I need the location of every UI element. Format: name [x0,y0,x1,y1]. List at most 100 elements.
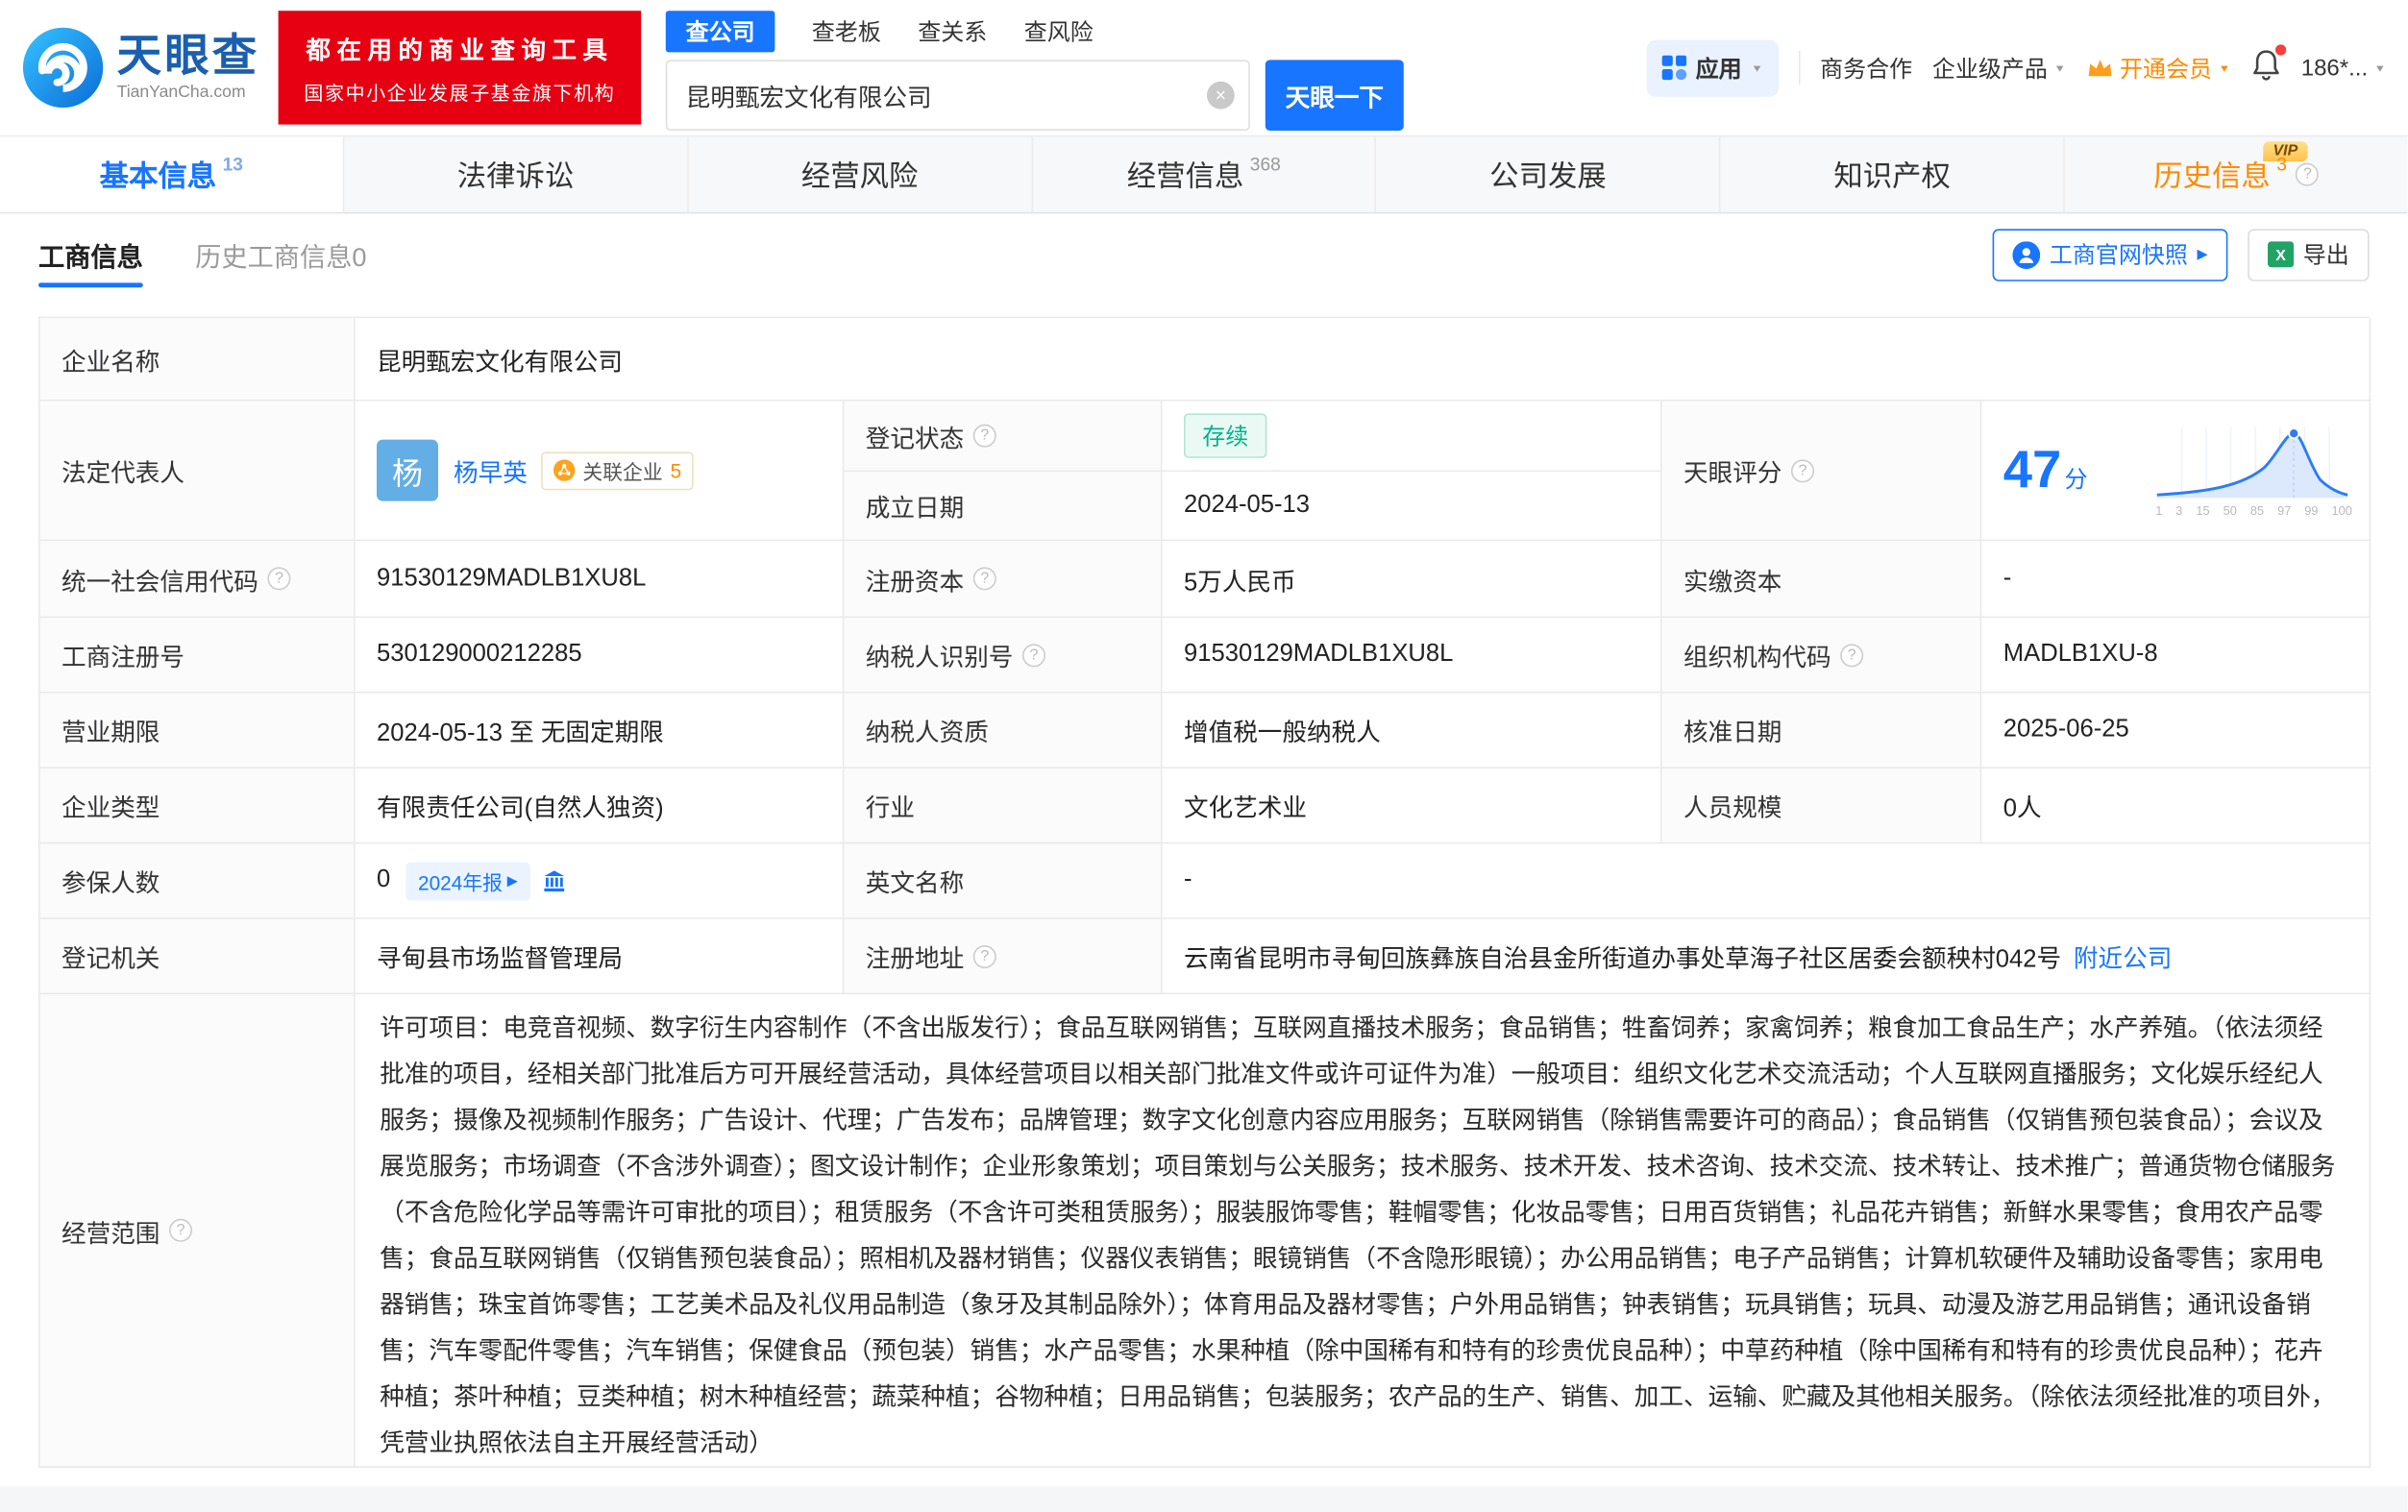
reg-capital-label: 注册资本 ? [844,541,1162,618]
search-tab-relation[interactable]: 查关系 [918,15,987,48]
org-code-value: MADLB1XU-8 [1981,618,2371,693]
tab-label: 经营信息 [1127,154,1244,195]
related-companies-badge[interactable]: 关联企业 5 [541,451,694,490]
nearby-companies-link[interactable]: 附近公司 [2074,938,2172,974]
logo-text: 天眼查 [117,34,260,83]
search-area: 查公司 查老板 查关系 查风险 × 天眼一下 [666,6,1404,131]
legal-rep-avatar[interactable]: 杨 [377,440,438,501]
paid-capital-value: - [1981,541,2371,618]
clear-search-icon[interactable]: × [1207,81,1235,109]
question-icon[interactable]: ? [1022,644,1045,667]
taxpayer-quality-label: 纳税人资质 [844,694,1162,768]
question-icon[interactable]: ? [2297,163,2320,186]
established-label: 成立日期 [844,472,1162,541]
paid-capital-label: 实缴资本 [1662,541,1982,618]
question-icon[interactable]: ? [1840,644,1863,667]
menu-open-vip-label: 开通会员 [2120,52,2212,85]
subnav-business-registration[interactable]: 工商信息 [38,213,143,295]
apps-menu[interactable]: 应用 ▼ [1646,39,1779,96]
question-icon[interactable]: ? [169,1219,192,1242]
insured-value: 0 2024年报 ▶ [356,843,845,918]
question-icon[interactable]: ? [267,567,290,590]
menu-enterprise-label: 企业级产品 [1932,52,2048,85]
svg-text:X: X [2275,248,2286,264]
government-bank-icon[interactable] [542,869,565,892]
staff-size-value: 0人 [1981,768,2371,843]
english-name-value: - [1163,843,2371,918]
chevron-down-icon: ▼ [2218,62,2230,74]
tab-label: 经营风险 [801,154,919,195]
business-term-value: 2024-05-13 至 无固定期限 [356,694,845,768]
question-icon[interactable]: ? [973,944,996,967]
promo-banner-line2: 国家中小企业发展子基金旗下机构 [304,77,615,106]
person-icon [2012,240,2040,268]
search-tab-risk[interactable]: 查风险 [1024,15,1093,48]
annual-report-badge[interactable]: 2024年报 ▶ [405,862,529,900]
credit-code-value: 91530129MADLB1XU8L [356,541,845,618]
industry-value: 文化艺术业 [1163,768,1662,843]
menu-divider [1799,51,1801,85]
insured-label: 参保人数 [40,843,356,918]
tab-basic-info[interactable]: 基本信息 13 [0,136,344,211]
score-distribution-chart: 13 1550 8597 99100 [2154,424,2354,518]
subnav-history-registration[interactable]: 历史工商信息0 [195,213,366,295]
search-tab-boss[interactable]: 查老板 [812,15,881,48]
tab-operation-risk[interactable]: 经营风险 [688,136,1032,211]
company-name-label: 企业名称 [40,318,356,401]
snapshot-button-label: 工商官网快照 [2050,238,2188,271]
question-icon[interactable]: ? [973,567,996,590]
question-icon[interactable]: ? [1791,459,1814,482]
tab-count: 13 [223,153,243,174]
search-tab-company[interactable]: 查公司 [666,11,775,52]
subnav-actions: 工商官网快照 ▶ X 导出 [1993,229,2370,280]
related-companies-count: 5 [671,459,682,482]
company-type-value: 有限责任公司(自然人独资) [356,768,845,843]
business-scope-value: 许可项目：电竞音视频、数字衍生内容制作（不含出版发行）；食品互联网销售；互联网直… [356,994,2371,1468]
legal-rep-name-link[interactable]: 杨早英 [454,451,528,488]
reg-no-label: 工商注册号 [40,618,356,693]
account-menu[interactable]: 186*... ▼ [2301,55,2386,81]
official-snapshot-button[interactable]: 工商官网快照 ▶ [1993,229,2228,280]
reg-status-value: 存续 [1163,402,1662,473]
search-tabs: 查公司 查老板 查关系 查风险 [666,12,1404,52]
taxpayer-quality-value: 增值税一般纳税人 [1163,694,1662,768]
annual-report-label: 2024年报 [418,866,503,895]
tab-intellectual-property[interactable]: 知识产权 [1721,136,2065,211]
crown-icon [2086,56,2114,79]
chevron-down-icon: ▼ [2053,62,2066,74]
tianyancha-logo[interactable]: 天眼查 TianYanCha.com [21,26,259,109]
approval-date-label: 核准日期 [1662,694,1982,768]
score-number: 47分 [2003,440,2088,500]
reg-status-label: 登记状态 ? [844,402,1162,473]
tab-label: 历史信息 [2153,154,2271,195]
export-button[interactable]: X 导出 [2248,229,2369,280]
menu-cooperation[interactable]: 商务合作 [1820,52,1912,85]
excel-icon: X [2268,241,2294,267]
menu-cooperation-label: 商务合作 [1820,52,1912,85]
apps-label: 应用 [1696,52,1742,85]
search-button[interactable]: 天眼一下 [1265,60,1404,131]
menu-enterprise-products[interactable]: 企业级产品 ▼ [1932,52,2066,85]
bottom-strip [0,1486,2408,1512]
tab-label: 知识产权 [1833,154,1951,195]
tab-history-info[interactable]: VIP 历史信息 3 ? [2065,136,2408,211]
company-type-label: 企业类型 [40,768,356,843]
search-input-wrap: × [666,60,1250,131]
tab-company-development[interactable]: 公司发展 [1377,136,1721,211]
chevron-down-icon: ▼ [2374,62,2387,74]
arrow-right-icon: ▶ [2198,246,2208,263]
search-input[interactable] [666,60,1250,131]
tab-business-info[interactable]: 经营信息 368 [1033,136,1377,211]
main-tabs: 基本信息 13 法律诉讼 经营风险 经营信息 368 公司发展 知识产权 VIP… [0,135,2408,214]
promo-banner: 都在用的商业查询工具 国家中小企业发展子基金旗下机构 [279,11,642,124]
business-registration-table: 企业名称 昆明甄宏文化有限公司 法定代表人 杨 杨早英 关联企业 5 登记状态 … [38,317,2370,1468]
reg-no-value: 530129000212285 [356,618,845,693]
menu-open-vip[interactable]: 开通会员 ▼ [2086,52,2230,85]
subnav-label: 工商信息 [38,235,143,274]
notifications-button[interactable] [2250,48,2281,88]
question-icon[interactable]: ? [973,425,996,448]
tab-legal-litigation[interactable]: 法律诉讼 [344,136,688,211]
reg-capital-value: 5万人民币 [1163,541,1662,618]
reg-authority-label: 登记机关 [40,919,356,994]
legal-rep-label: 法定代表人 [40,402,356,542]
